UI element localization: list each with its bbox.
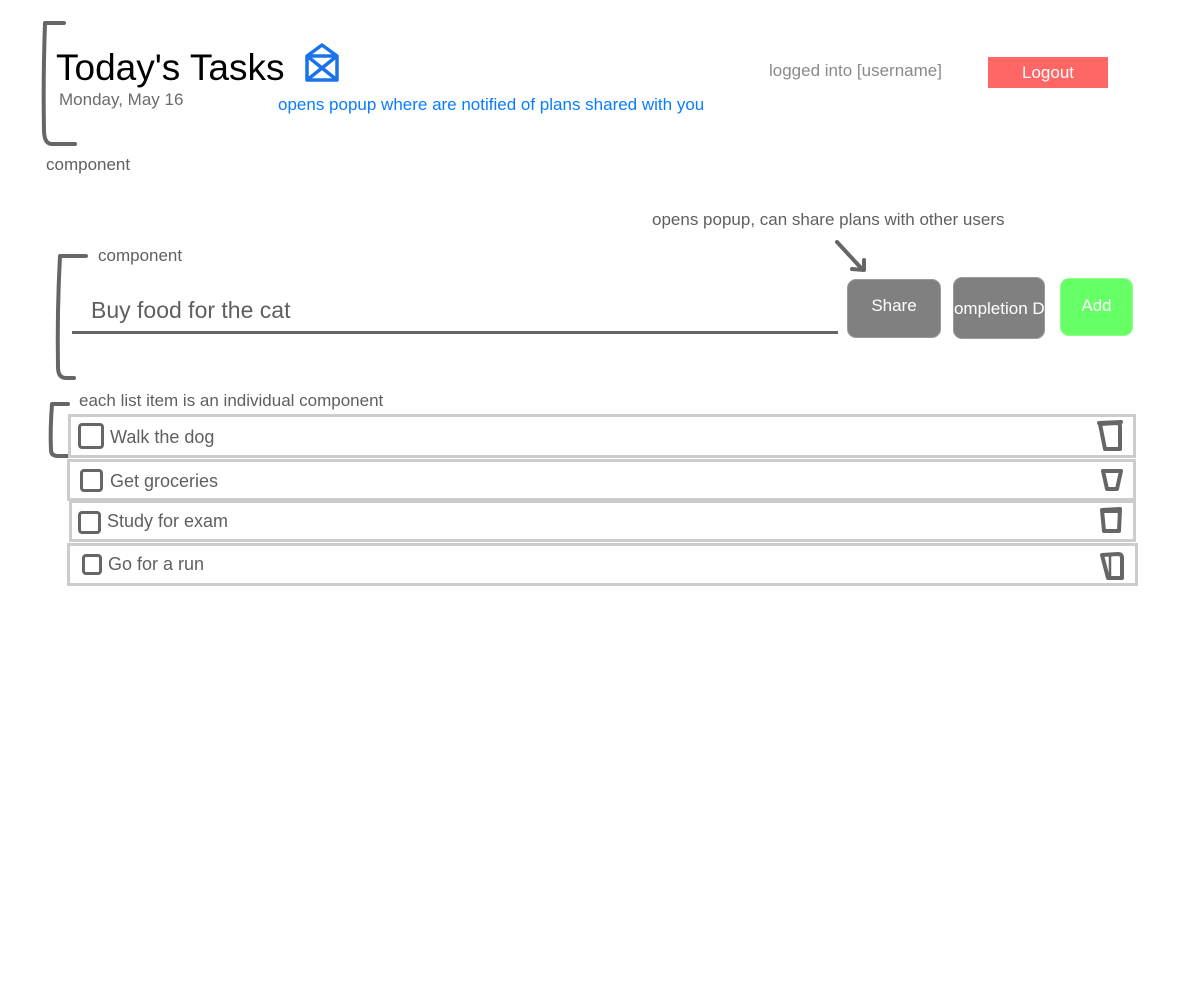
list-item[interactable]: Walk the dog [68, 414, 1136, 458]
share-note: opens popup, can share plans with other … [652, 210, 1005, 229]
trash-icon[interactable] [1095, 419, 1127, 455]
trash-icon[interactable] [1098, 548, 1130, 584]
checkbox-icon[interactable] [78, 423, 104, 449]
date-label: Monday, May 16 [59, 90, 184, 109]
envelope-icon[interactable] [302, 42, 342, 84]
input-component-label: component [98, 246, 183, 265]
completion-date-button[interactable]: Completion Date [942, 277, 1068, 339]
trash-icon[interactable] [1100, 466, 1128, 496]
list-item[interactable]: Get groceries [67, 459, 1136, 501]
header-component-label: component [46, 155, 131, 174]
page-title: Today's Tasks [56, 47, 285, 88]
add-button[interactable]: Add [1060, 278, 1133, 336]
trash-icon[interactable] [1098, 505, 1128, 537]
checkbox-icon[interactable] [78, 511, 101, 534]
list-item[interactable]: Study for exam [69, 500, 1136, 542]
share-button[interactable]: Share [847, 279, 941, 338]
checkbox-icon[interactable] [80, 469, 103, 492]
list-component-label: each list item is an individual componen… [79, 391, 384, 410]
list-item-label: Study for exam [107, 511, 229, 531]
logged-in-status: logged into [username] [769, 61, 942, 80]
list-item-label: Get groceries [110, 471, 219, 491]
task-input[interactable] [72, 290, 838, 334]
list-item-label: Walk the dog [110, 427, 215, 447]
share-arrow [835, 240, 866, 272]
checkbox-icon[interactable] [82, 554, 102, 575]
completion-date-label: Completion Date [941, 299, 1069, 318]
logout-button[interactable]: Logout [988, 57, 1108, 88]
list-item[interactable]: Go for a run [67, 543, 1138, 586]
list-item-label: Go for a run [108, 554, 205, 574]
notifications-note: opens popup where are notified of plans … [278, 95, 705, 114]
